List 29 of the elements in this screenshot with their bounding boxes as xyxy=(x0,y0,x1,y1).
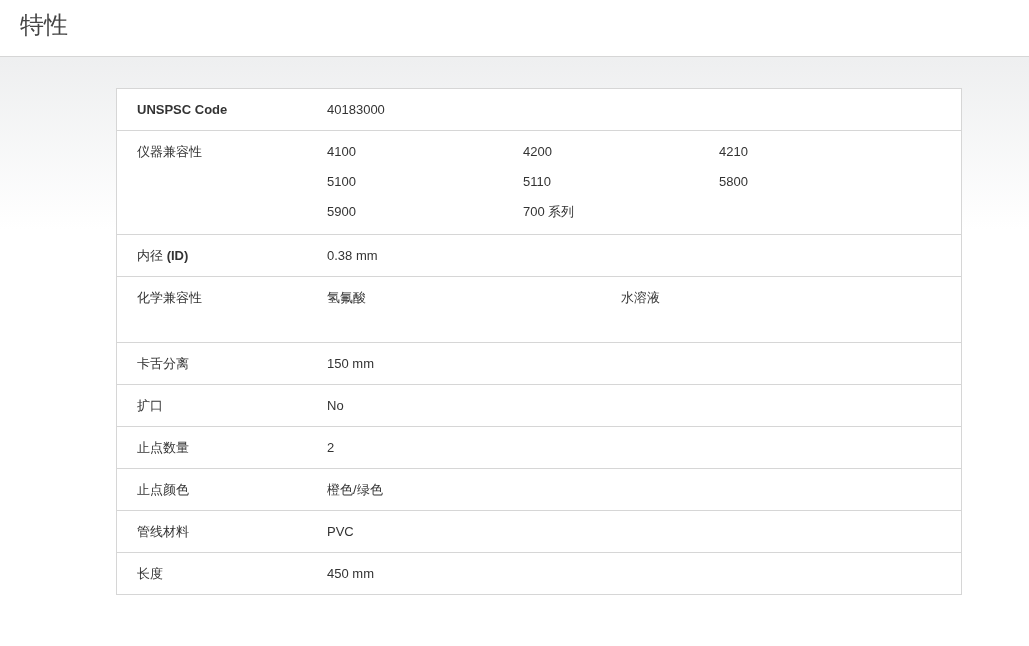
property-value: 橙色/绿色 xyxy=(327,482,383,498)
property-label: 管线材料 xyxy=(137,524,189,540)
property-value: 5110 xyxy=(523,174,551,190)
property-value: 2 xyxy=(327,440,335,456)
property-label: 扩口 xyxy=(137,398,163,414)
property-value: 氢氟酸 xyxy=(327,290,366,306)
property-label: 长度 xyxy=(137,566,163,582)
property-value: No xyxy=(327,398,344,414)
property-value: 5800 xyxy=(719,174,748,190)
property-label: UNSPSC Code xyxy=(137,102,228,118)
property-value: 0.38 mm xyxy=(327,248,378,264)
property-label: 卡舌分离 xyxy=(137,356,189,372)
property-label: 止点颜色 xyxy=(137,482,189,498)
property-value: 4100 xyxy=(327,144,356,160)
property-label: 仪器兼容性 xyxy=(137,144,202,160)
property-value: 4200 xyxy=(523,144,552,160)
property-label: 止点数量 xyxy=(137,440,189,456)
property-value: 450 mm xyxy=(327,566,374,582)
property-value: 700 系列 xyxy=(523,204,575,220)
property-label: 内径 (ID) xyxy=(137,248,189,264)
property-label: 化学兼容性 xyxy=(137,290,202,306)
property-value: 5900 xyxy=(327,204,356,220)
property-value: 水溶液 xyxy=(621,290,660,306)
page-title: 特性 xyxy=(20,10,68,40)
property-value: 150 mm xyxy=(327,356,374,372)
property-value: 5100 xyxy=(327,174,356,190)
property-value: 40183000 xyxy=(327,102,385,118)
property-value: PVC xyxy=(327,524,354,540)
property-value: 4210 xyxy=(719,144,748,160)
